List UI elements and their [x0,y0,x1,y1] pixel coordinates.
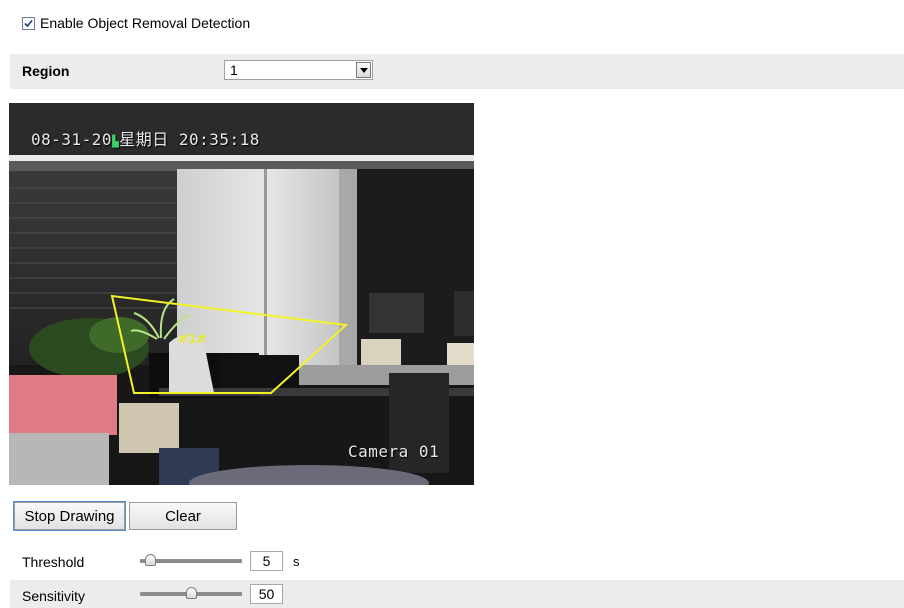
region-row: Region 1 [10,54,904,89]
threshold-slider[interactable] [140,554,242,566]
sensitivity-value-field[interactable]: 50 [250,584,283,604]
sensitivity-slider[interactable] [140,587,242,599]
enable-detection-row: Enable Object Removal Detection [22,15,250,31]
threshold-slider-thumb[interactable] [145,554,156,566]
chevron-down-icon [360,68,368,73]
threshold-unit: s [293,554,300,569]
osd-timestamp: 08-31-20▙星期日 20:35:18 [31,130,260,149]
region-dropdown-button[interactable] [356,62,371,78]
threshold-label: Threshold [22,554,85,570]
enable-detection-label: Enable Object Removal Detection [40,15,251,31]
region-label: Region [22,63,70,79]
threshold-value-field[interactable]: 5 [250,551,283,571]
camera-scene [9,103,474,485]
sensitivity-slider-thumb[interactable] [186,587,197,599]
enable-detection-checkbox[interactable] [22,16,35,30]
region-select-value: 1 [230,62,238,78]
threshold-row: Threshold 5 s [10,546,904,576]
clear-button[interactable]: Clear [129,502,237,530]
check-icon [24,19,33,27]
region-select[interactable]: 1 [224,60,373,80]
sensitivity-label: Sensitivity [22,588,86,604]
osd-camera-name: Camera 01 [348,442,440,461]
sensitivity-row: Sensitivity 50 [10,580,904,608]
roi-label: #1# [178,332,207,346]
stop-drawing-button[interactable]: Stop Drawing [13,501,126,531]
video-preview[interactable]: 08-31-20▙星期日 20:35:18 Camera 01 #1# [9,103,474,485]
